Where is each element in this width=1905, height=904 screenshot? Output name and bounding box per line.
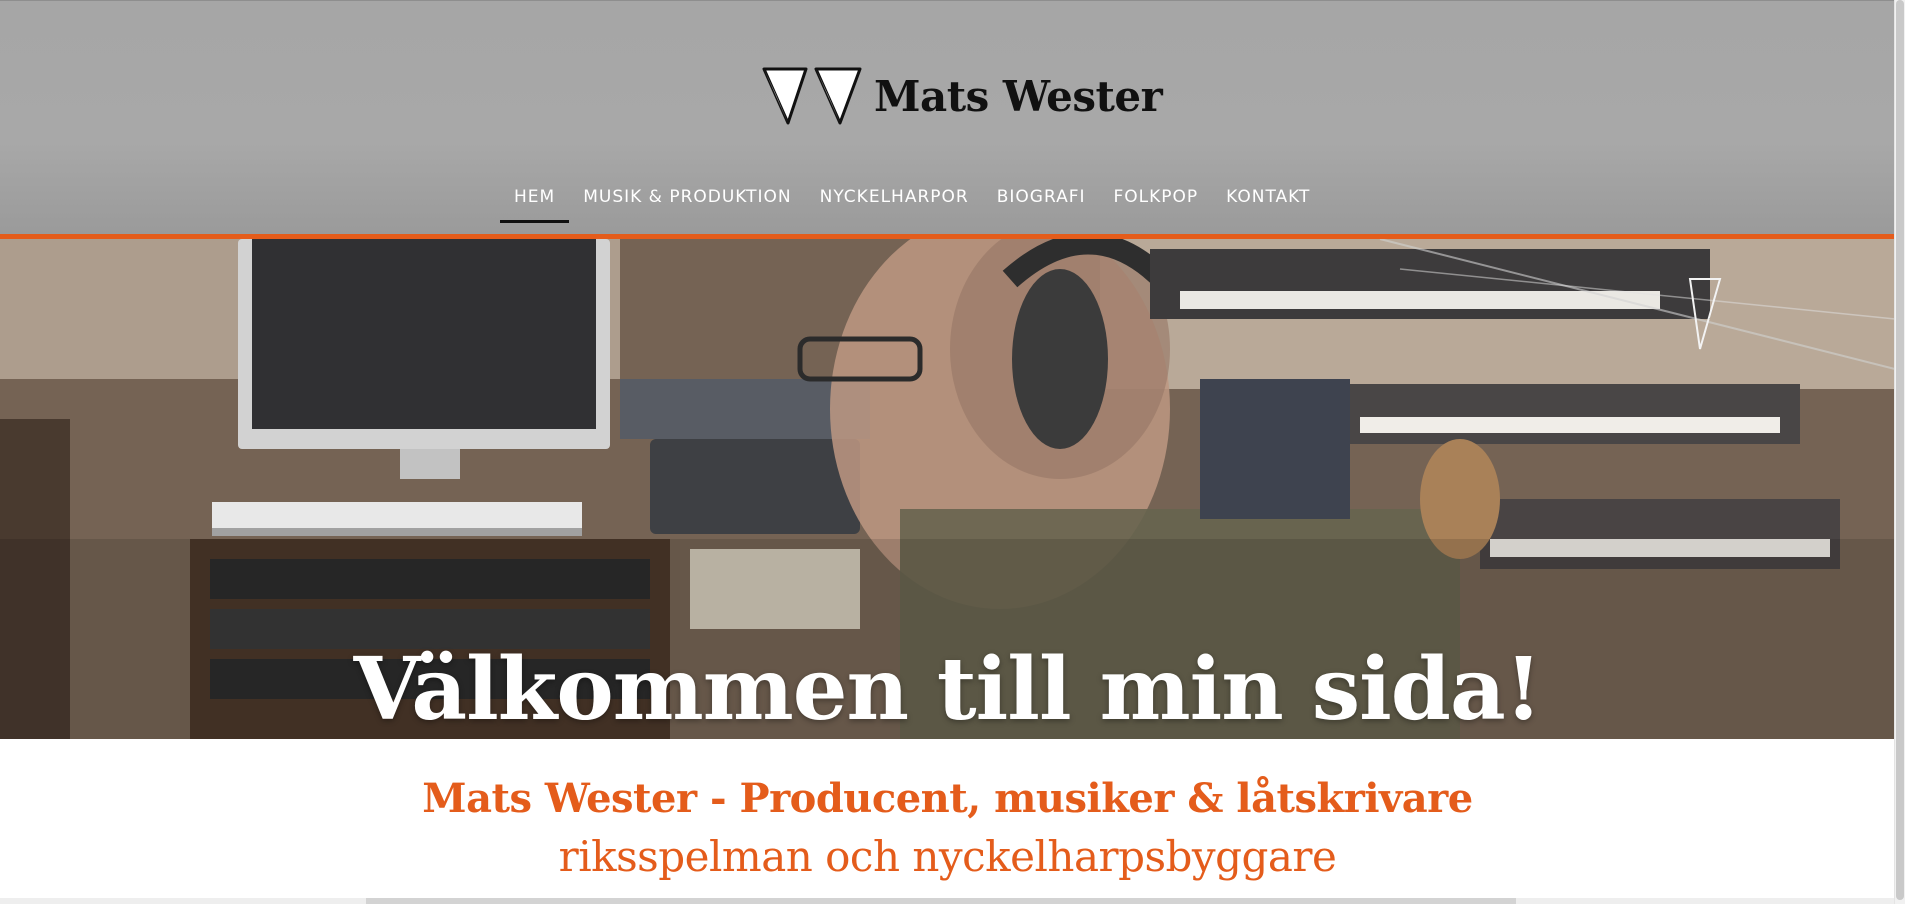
vertical-scrollbar[interactable]: [1894, 0, 1905, 904]
nav-item-nyckelharpor[interactable]: NYCKELHARPOR: [806, 181, 983, 223]
intro-section: Mats Wester - Producent, musiker & låtsk…: [0, 770, 1895, 886]
intro-heading: Mats Wester - Producent, musiker & låtsk…: [422, 775, 1473, 822]
nav-item-hem[interactable]: HEM: [500, 181, 570, 223]
nav-item-folkpop[interactable]: FOLKPOP: [1100, 181, 1213, 223]
brand[interactable]: Mats Wester: [762, 65, 1163, 127]
double-v-logo-icon: [762, 65, 862, 127]
brand-name: Mats Wester: [874, 71, 1163, 121]
nav-item-biografi[interactable]: BIOGRAFI: [983, 181, 1100, 223]
main-nav: HEM MUSIK & PRODUKTION NYCKELHARPOR BIOG…: [500, 181, 1324, 223]
hero-banner: Välkommen till min sida!: [0, 239, 1895, 739]
horizontal-scrollbar[interactable]: [0, 898, 1895, 904]
site-header: Mats Wester HEM MUSIK & PRODUKTION NYCKE…: [0, 0, 1895, 236]
nav-item-musik-produktion[interactable]: MUSIK & PRODUKTION: [569, 181, 805, 223]
nav-item-kontakt[interactable]: KONTAKT: [1212, 181, 1324, 223]
page: Mats Wester HEM MUSIK & PRODUKTION NYCKE…: [0, 0, 1905, 904]
intro-subheading: riksspelman och nyckelharpsbyggare: [558, 832, 1337, 881]
vertical-scrollbar-thumb[interactable]: [1896, 0, 1904, 900]
hero-title: Välkommen till min sida!: [353, 638, 1543, 739]
horizontal-scrollbar-thumb[interactable]: [366, 898, 1516, 904]
